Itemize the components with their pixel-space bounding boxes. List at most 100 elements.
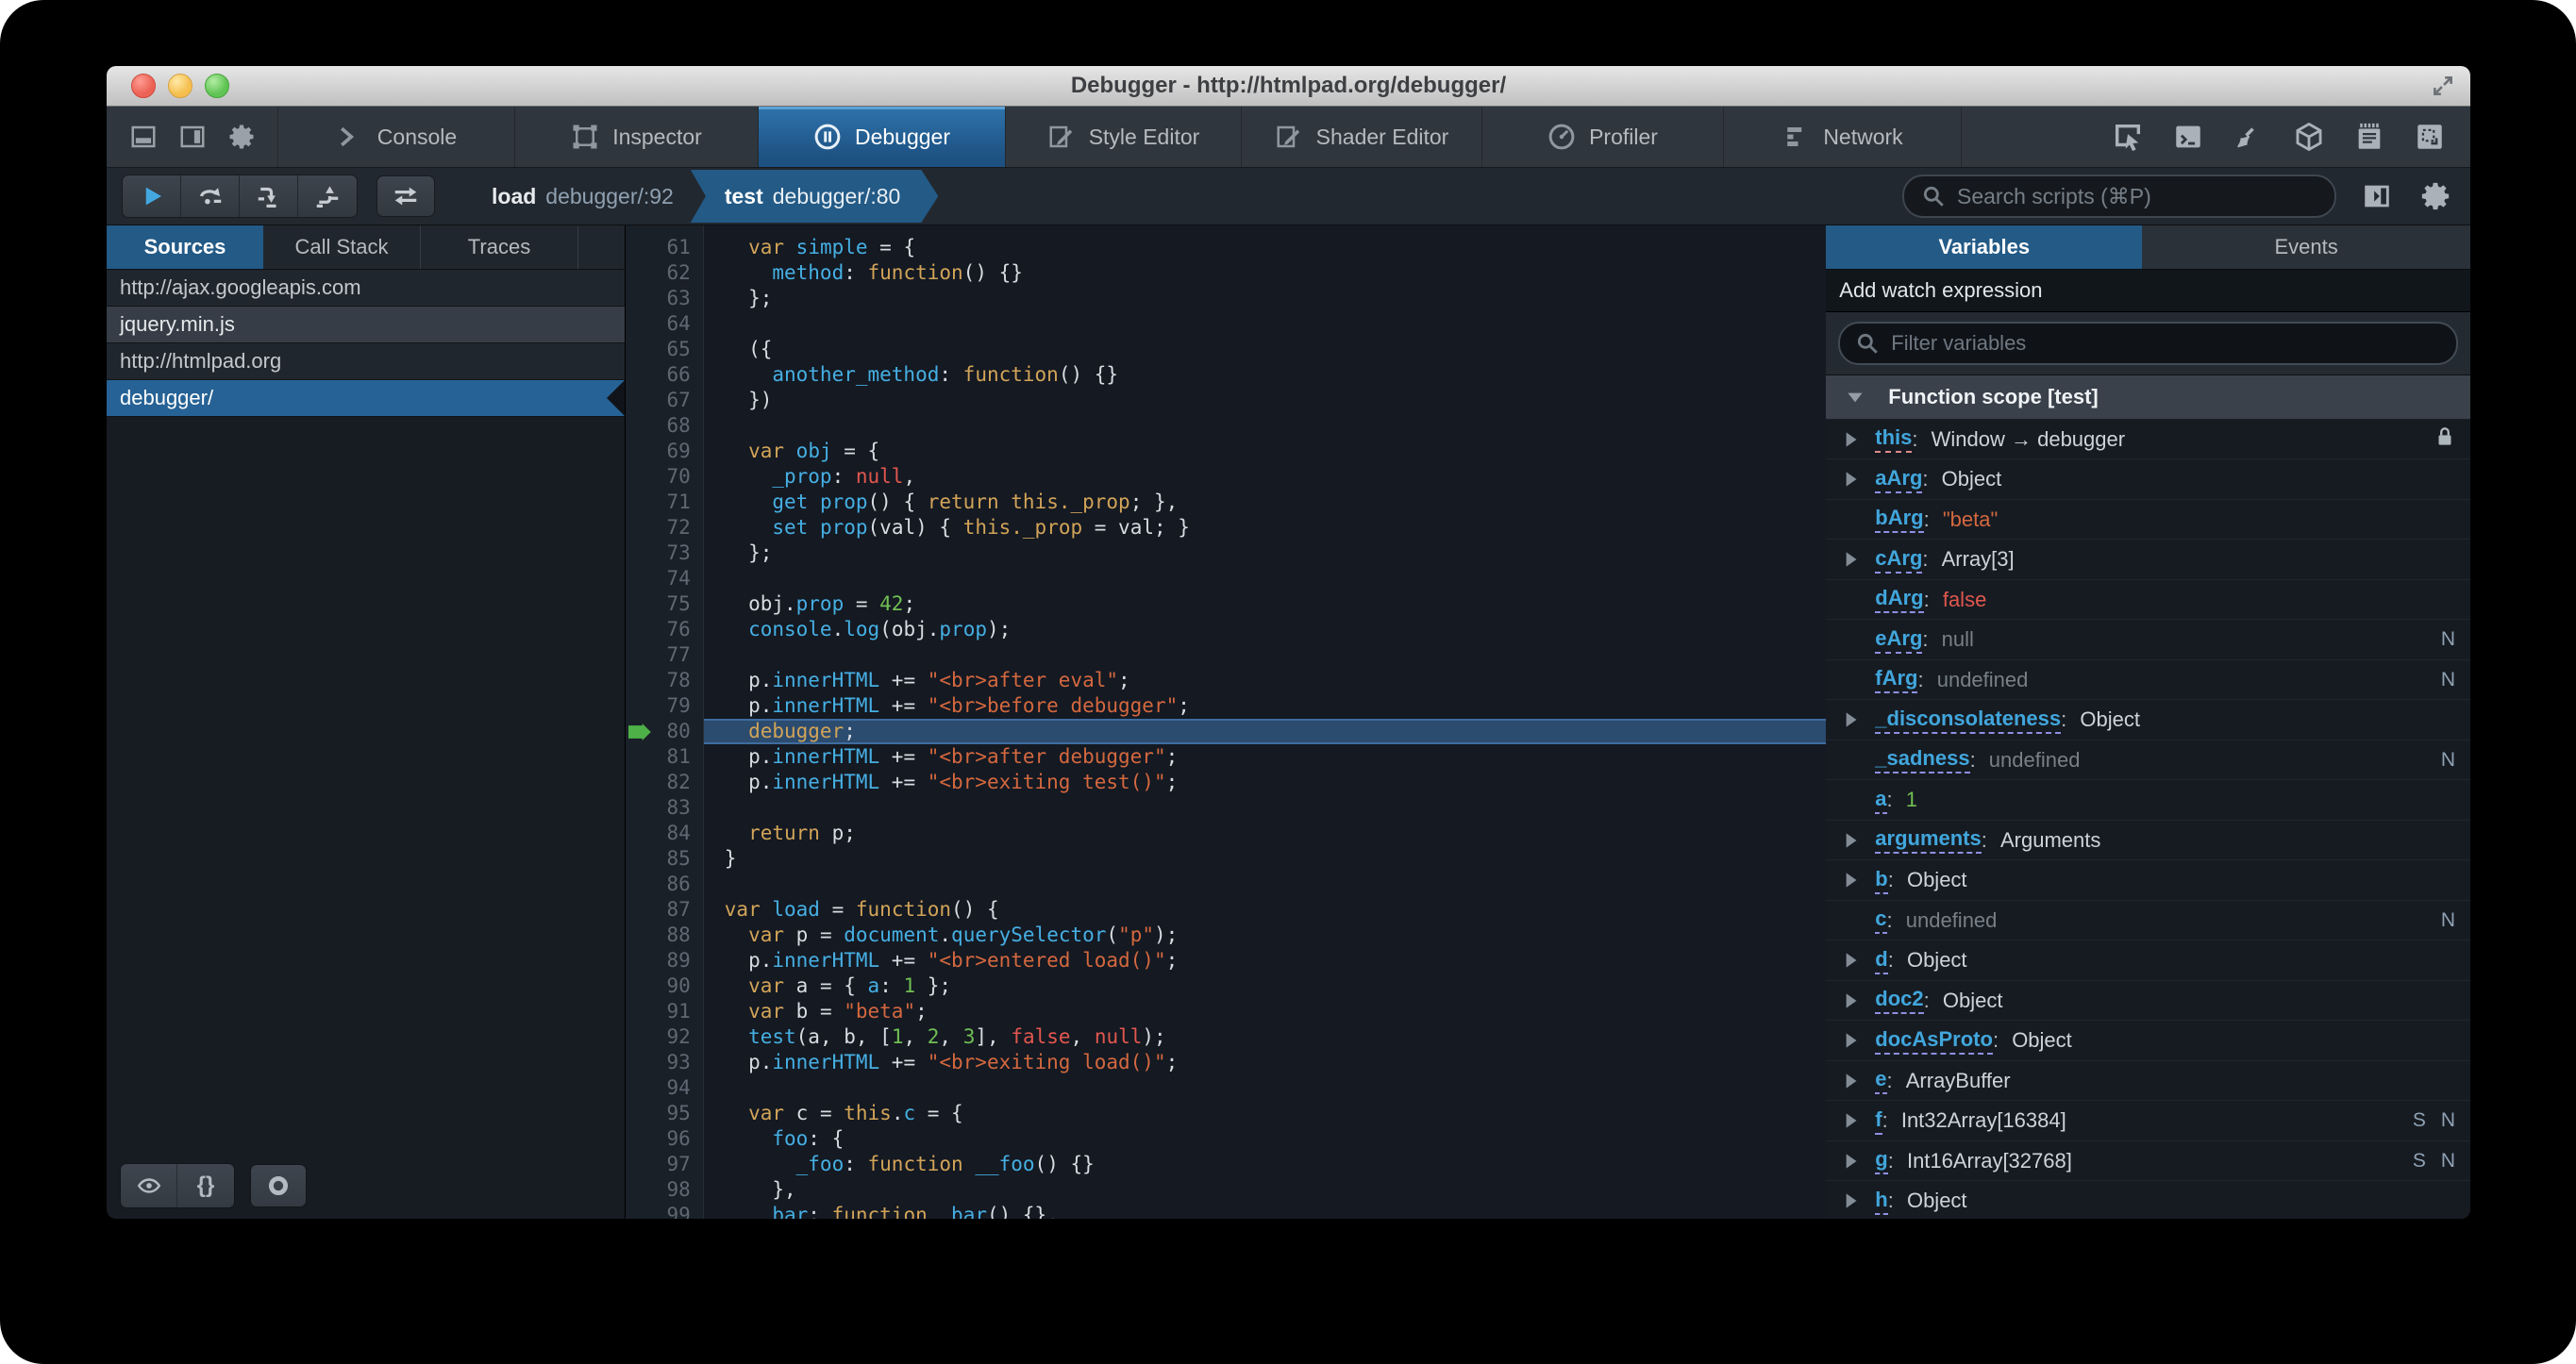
line-gutter[interactable]: 86 [626,872,704,897]
variable-value[interactable]: Object [1907,948,1967,973]
code-text[interactable]: var b = "beta"; [704,999,1826,1024]
line-gutter[interactable]: 88 [626,923,704,948]
line-gutter[interactable]: 82 [626,770,704,795]
variable-name[interactable]: doc2 [1875,987,1924,1015]
variable-name[interactable]: _disconsolateness [1875,707,2062,734]
tab-style-editor[interactable]: Style Editor [1006,107,1242,167]
variable-row-barg[interactable]: bArg : "beta" [1826,499,2470,541]
pick-element-button[interactable] [2112,121,2144,153]
gear-button[interactable] [2419,180,2451,212]
code-text[interactable]: another_method: function() {} [704,362,1826,388]
variable-row-aarg[interactable]: aArg : Object [1826,459,2470,500]
dock-bottom-button[interactable] [129,123,158,151]
variable-row-f[interactable]: f : Int32Array[16384] SN [1826,1101,2470,1141]
code-text[interactable]: }) [704,388,1826,413]
variable-row-disconsolateness[interactable]: _disconsolateness : Object [1826,700,2470,740]
variable-name[interactable]: bArg [1875,506,1924,534]
code-text[interactable]: obj.prop = 42; [704,591,1826,617]
code-text[interactable]: method: function() {} [704,260,1826,286]
variable-value[interactable]: Array[3] [1942,547,2015,572]
line-gutter[interactable]: 66 [626,362,704,388]
variable-name[interactable]: a [1875,787,1887,814]
code-text[interactable]: get prop() { return this._prop; }, [704,490,1826,515]
variable-name[interactable]: e [1875,1067,1887,1095]
paintbrush-button[interactable] [2233,121,2265,153]
tab-inspector[interactable]: Inspector [515,107,759,167]
variable-value[interactable]: Object [1907,1189,1967,1213]
code-text[interactable]: p.innerHTML += "<br>before debugger"; [704,693,1826,719]
line-gutter[interactable]: 65 [626,337,704,362]
code-text[interactable]: var simple = { [704,235,1826,260]
step-in-button[interactable] [240,175,298,217]
line-gutter[interactable]: 81 [626,744,704,770]
source-item-jquery-min-js[interactable]: jquery.min.js [107,307,625,343]
line-gutter[interactable]: 78 [626,668,704,693]
tab-console[interactable]: Console [278,107,515,167]
line-gutter[interactable]: 69 [626,439,704,464]
expand-arrow-icon[interactable] [1826,1108,1875,1133]
blackbox-source-button[interactable] [121,1164,177,1207]
line-gutter[interactable]: 62 [626,260,704,286]
variable-name[interactable]: c [1875,907,1887,935]
line-gutter[interactable]: 79 [626,693,704,719]
variable-name[interactable]: b [1875,867,1888,894]
variable-value[interactable]: "beta" [1943,507,1998,532]
breadcrumb-test[interactable]: test debugger/:80 [691,170,938,223]
split-console-button[interactable] [2172,121,2204,153]
code-text[interactable]: var a = { a: 1 }; [704,973,1826,999]
line-gutter[interactable]: 99 [626,1203,704,1219]
variable-value[interactable]: Object [1942,467,2002,491]
variable-row-carg[interactable]: cArg : Array[3] [1826,540,2470,580]
variable-row-arguments[interactable]: arguments : Arguments [1826,820,2470,861]
variable-row-c[interactable]: c : undefined N [1826,900,2470,941]
line-gutter[interactable]: 67 [626,388,704,413]
code-text[interactable]: test(a, b, [1, 2, 3], false, null); [704,1024,1826,1050]
line-gutter[interactable]: 77 [626,642,704,668]
step-out-button[interactable] [298,175,357,217]
code-text[interactable]: var load = function() { [704,897,1826,923]
sidebar-tab-sources[interactable]: Sources [107,225,263,269]
panel-tab-variables[interactable]: Variables [1826,225,2143,269]
scratchpad-button[interactable] [2353,121,2385,153]
code-text[interactable]: }; [704,541,1826,566]
variable-value[interactable]: Int16Array[32768] [1907,1149,2072,1173]
breadcrumb-load[interactable]: load debugger/:92 [477,170,689,223]
expand-arrow-icon[interactable] [1826,707,1875,732]
tab-network[interactable]: Network [1724,107,1962,167]
variable-row-earg[interactable]: eArg : null N [1826,620,2470,660]
variable-name[interactable]: _sadness [1875,746,1970,774]
zoom-button[interactable] [205,74,229,98]
variable-row-this[interactable]: this : Window → debugger [1826,419,2470,460]
line-gutter[interactable]: 80 [626,719,704,744]
variable-row-d[interactable]: d : Object [1826,940,2470,981]
code-text[interactable]: _foo: function __foo() {} [704,1152,1826,1177]
resize-icon[interactable] [2431,74,2455,98]
code-text[interactable]: foo: { [704,1126,1826,1152]
variable-row-darg[interactable]: dArg : false [1826,579,2470,621]
source-item-http-htmlpad-org[interactable]: http://htmlpad.org [107,343,625,380]
code-text[interactable]: var c = this.c = { [704,1101,1826,1126]
variable-value[interactable]: undefined [1937,668,2029,692]
line-gutter[interactable]: 98 [626,1177,704,1203]
source-item-debugger[interactable]: debugger/ [107,380,625,417]
line-gutter[interactable]: 92 [626,1024,704,1050]
variable-value[interactable]: Object [1907,868,1967,892]
variable-row-sadness[interactable]: _sadness : undefined N [1826,740,2470,781]
variable-row-doc2[interactable]: doc2 : Object [1826,980,2470,1022]
variable-name[interactable]: dArg [1875,586,1924,614]
expand-arrow-icon[interactable] [1826,868,1875,892]
variable-value[interactable]: Object [2080,707,2140,732]
step-over-button[interactable] [181,175,240,217]
gear-button[interactable] [227,123,256,151]
expand-arrow-icon[interactable] [1826,1149,1875,1173]
source-item-http-ajax-googleapis-com[interactable]: http://ajax.googleapis.com [107,270,625,307]
variable-row-docasproto[interactable]: docAsProto : Object [1826,1021,2470,1061]
line-gutter[interactable]: 90 [626,973,704,999]
line-gutter[interactable]: 89 [626,948,704,973]
line-gutter[interactable]: 75 [626,591,704,617]
code-text[interactable] [704,872,1826,897]
code-text[interactable]: set prop(val) { this._prop = val; } [704,515,1826,541]
line-gutter[interactable]: 72 [626,515,704,541]
variable-row-g[interactable]: g : Int16Array[32768] SN [1826,1140,2470,1182]
toggle-black-box-button[interactable] [376,175,435,217]
